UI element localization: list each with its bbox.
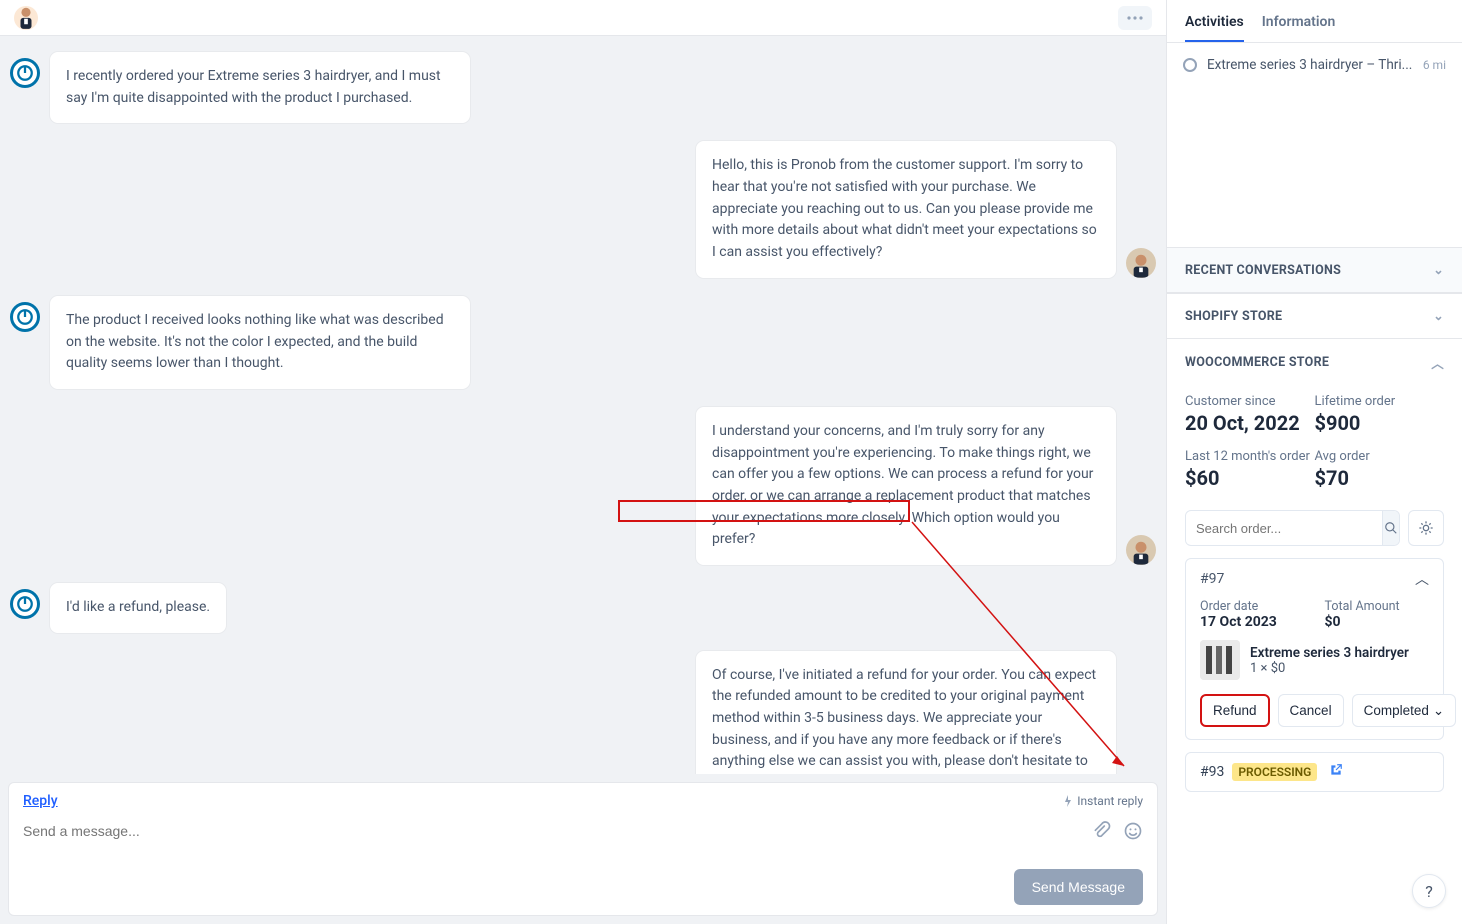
circle-icon [1183,58,1197,72]
avg-order-value: $70 [1315,466,1445,490]
order-line-item: Extreme series 3 hairdryer 1 × $0 [1200,640,1429,680]
message-row: The product I received looks nothing lik… [10,296,1156,389]
more-button[interactable] [1118,6,1152,30]
agent-avatar [1126,535,1156,565]
instant-reply-button[interactable]: Instant reply [1063,794,1143,808]
chevron-up-icon: ︿ [1415,569,1429,589]
message-input[interactable] [23,817,1091,845]
message-bubble: The product I received looks nothing lik… [50,296,470,389]
instant-reply-label: Instant reply [1077,794,1143,808]
refund-button[interactable]: Refund [1200,694,1270,727]
reply-tab[interactable]: Reply [23,793,58,809]
completed-dropdown[interactable]: Completed ⌄ [1352,694,1457,727]
message-row: Hello, this is Pronob from the customer … [10,141,1156,277]
agent-avatar [1126,248,1156,278]
person-icon [1130,252,1152,278]
chevron-up-icon: ︿ [1431,353,1444,372]
woo-body: Customer since 20 Oct, 2022 Lifetime ord… [1167,386,1462,818]
order-card-header[interactable]: #97 ︿ [1186,559,1443,599]
tab-information[interactable]: Information [1262,14,1336,42]
message-bubble: Of course, I've initiated a refund for y… [696,651,1116,774]
product-qty: 1 × $0 [1250,661,1409,676]
cancel-button[interactable]: Cancel [1278,694,1344,727]
help-button[interactable]: ? [1412,874,1446,908]
power-icon [16,64,34,82]
product-thumb [1200,640,1240,680]
activity-item[interactable]: Extreme series 3 hairdryer – Thri... 6 m… [1167,43,1462,87]
order-total-label: Total Amount [1325,599,1430,614]
compose-panel: Reply Instant reply Send Message [8,782,1158,916]
order-total-value: $0 [1325,614,1430,630]
search-icon [1384,521,1398,535]
person-icon [1130,539,1152,565]
lifetime-order-label: Lifetime order [1315,394,1445,409]
completed-label: Completed [1364,703,1429,718]
settings-button[interactable] [1408,510,1444,546]
customer-avatar-icon [10,58,40,88]
product-image-icon [1200,640,1240,680]
chevron-down-icon: ⌄ [1433,308,1444,324]
order-card-97: #97 ︿ Order date 17 Oct 2023 Total Amoun… [1185,558,1444,740]
section-label: RECENT CONVERSATIONS [1185,263,1341,278]
customer-since-label: Customer since [1185,394,1315,409]
order-date-value: 17 Oct 2023 [1200,614,1305,630]
emoji-icon[interactable] [1123,821,1143,841]
order-card-93[interactable]: #93 PROCESSING [1185,752,1444,792]
chevron-down-icon: ⌄ [1433,262,1444,278]
section-recent-conversations[interactable]: RECENT CONVERSATIONS ⌄ [1167,247,1462,293]
message-row: I understand your concerns, and I'm trul… [10,407,1156,565]
order-search-input[interactable] [1186,513,1382,544]
section-shopify[interactable]: SHOPIFY STORE ⌄ [1167,293,1462,338]
product-name: Extreme series 3 hairdryer [1250,645,1409,661]
ellipsis-icon [1127,16,1143,20]
sidebar-tabs: Activities Information [1167,0,1462,43]
order-search-box [1185,510,1400,546]
person-icon [15,6,37,30]
order-id: #97 [1200,571,1224,587]
order-id: #93 [1200,764,1224,780]
power-icon [16,595,34,613]
topbar [0,0,1166,36]
avg-order-label: Avg order [1315,449,1445,464]
section-label: WOOCOMMERCE STORE [1185,355,1329,370]
section-label: SHOPIFY STORE [1185,309,1282,324]
order-date-label: Order date [1200,599,1305,614]
last12-value: $60 [1185,466,1315,490]
search-button[interactable] [1382,511,1399,545]
message-row: Of course, I've initiated a refund for y… [10,651,1156,774]
section-woocommerce[interactable]: WOOCOMMERCE STORE ︿ [1167,338,1462,386]
message-bubble: Hello, this is Pronob from the customer … [696,141,1116,277]
tab-activities[interactable]: Activities [1185,14,1244,42]
power-icon [16,308,34,326]
message-bubble: I understand your concerns, and I'm trul… [696,407,1116,565]
message-bubble: I recently ordered your Extreme series 3… [50,52,470,123]
status-badge: PROCESSING [1232,763,1317,781]
message-row: I'd like a refund, please. [10,583,1156,633]
chat-area: I recently ordered your Extreme series 3… [0,36,1166,774]
send-button[interactable]: Send Message [1014,869,1143,905]
external-link-icon[interactable] [1329,763,1343,781]
lifetime-order-value: $900 [1315,411,1445,435]
message-row: I recently ordered your Extreme series 3… [10,52,1156,123]
last12-label: Last 12 month's order [1185,449,1315,464]
customer-avatar-icon [10,302,40,332]
chevron-down-icon: ⌄ [1433,703,1444,719]
message-bubble: I'd like a refund, please. [50,583,226,633]
bolt-icon [1063,795,1073,807]
activity-time: 6 mi [1423,58,1446,72]
activity-text: Extreme series 3 hairdryer – Thri... [1207,57,1413,73]
gear-icon [1418,520,1434,536]
attachment-icon[interactable] [1091,821,1111,841]
customer-since-value: 20 Oct, 2022 [1185,411,1315,435]
sidebar: Activities Information Extreme series 3 … [1166,0,1462,924]
customer-avatar-icon [10,589,40,619]
customer-avatar [14,6,38,30]
